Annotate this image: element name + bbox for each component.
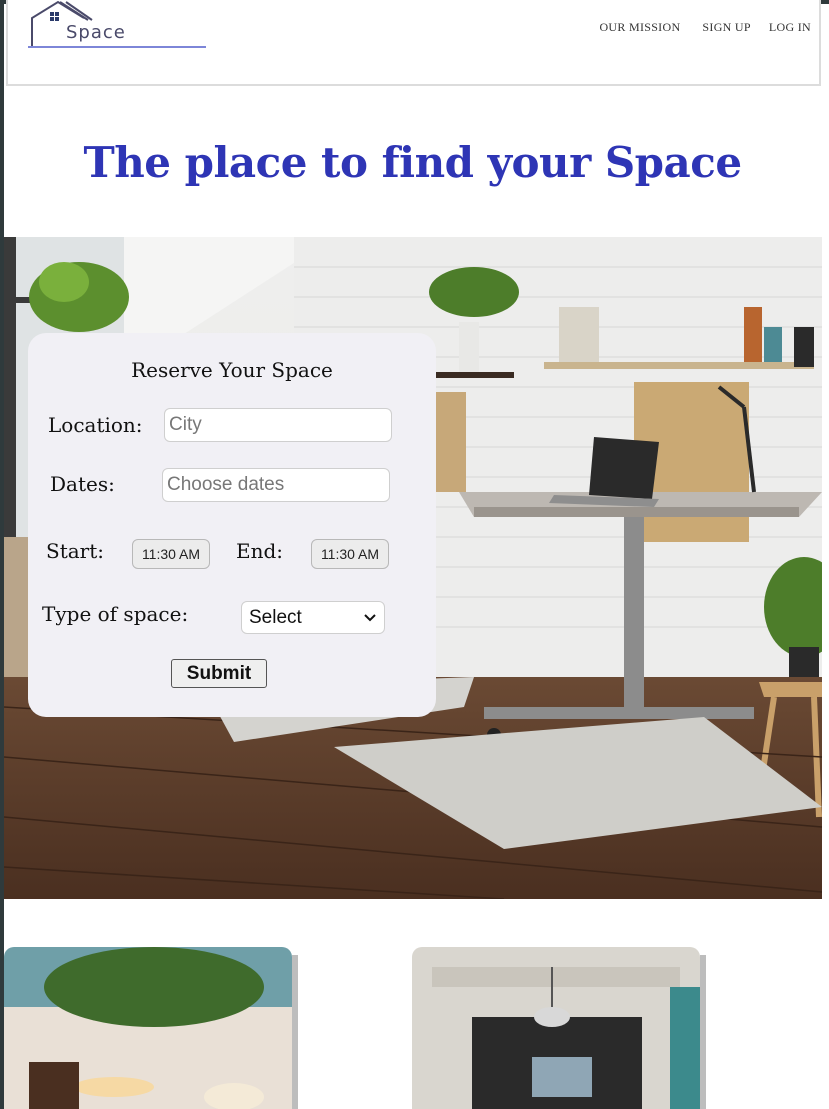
page-headline: The place to find your Space: [83, 138, 742, 187]
end-label: End:: [236, 539, 284, 563]
card-shadow: [700, 955, 706, 1109]
logo[interactable]: Space: [28, 0, 208, 52]
start-time-input[interactable]: 11:30 AM: [132, 539, 210, 569]
dates-label: Dates:: [50, 472, 115, 496]
start-label: Start:: [46, 539, 104, 563]
logo-text: Space: [66, 22, 126, 43]
nav-our-mission[interactable]: OUR MISSION: [599, 20, 680, 35]
nav-log-in[interactable]: LOG IN: [769, 20, 811, 35]
site-header: Space OUR MISSION SIGN UP LOG IN: [6, 0, 821, 86]
type-of-space-label: Type of space:: [42, 602, 189, 626]
select-value: Select: [249, 606, 302, 628]
space-card-image-1[interactable]: [4, 947, 292, 1109]
logo-underline: [28, 46, 206, 48]
dates-input[interactable]: [162, 468, 390, 502]
top-nav: OUR MISSION SIGN UP LOG IN: [599, 20, 811, 35]
living-room-photo: [412, 947, 700, 1109]
card-shadow: [292, 955, 298, 1109]
nav-sign-up[interactable]: SIGN UP: [702, 20, 750, 35]
end-time-input[interactable]: 11:30 AM: [311, 539, 389, 569]
location-label: Location:: [48, 413, 143, 437]
location-input[interactable]: [164, 408, 392, 442]
submit-button[interactable]: Submit: [171, 659, 267, 688]
reservation-title: Reserve Your Space: [131, 358, 333, 382]
spa-photo: [4, 947, 292, 1109]
chevron-down-icon: [364, 614, 376, 622]
space-card-image-2[interactable]: [412, 947, 700, 1109]
type-of-space-select[interactable]: Select: [241, 601, 385, 634]
